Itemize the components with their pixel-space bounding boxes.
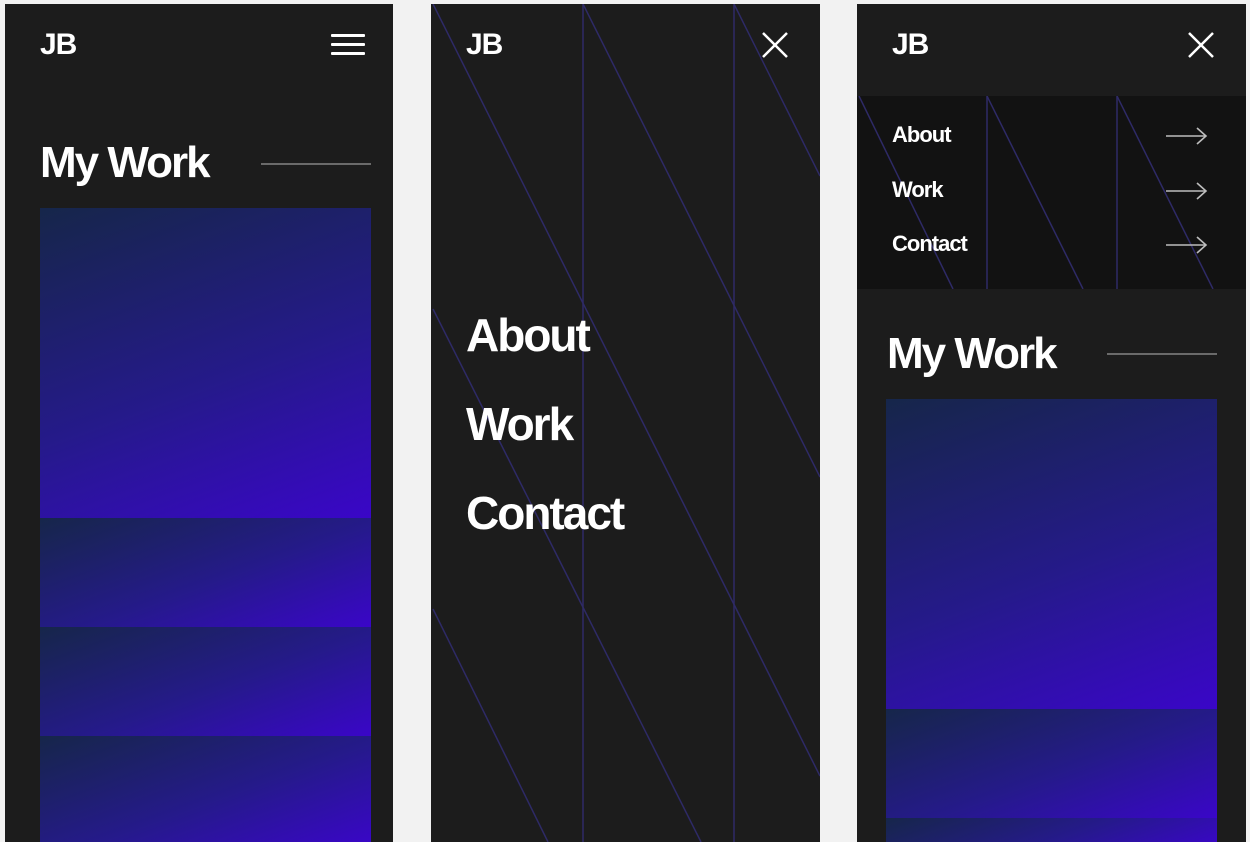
project-card[interactable] (886, 818, 1217, 842)
nav-item-about[interactable]: About (466, 304, 623, 393)
hamburger-icon[interactable] (331, 34, 365, 58)
project-card[interactable] (40, 208, 371, 518)
dropdown-item-contact[interactable]: Contact (892, 225, 1208, 265)
main-nav: About Work Contact (466, 304, 625, 571)
section-title: My Work (887, 329, 1058, 378)
home-screen: JB My Work (5, 4, 393, 842)
nav-item-work[interactable]: Work (466, 393, 623, 482)
logo[interactable]: JB (892, 28, 929, 62)
title-divider (1107, 353, 1217, 355)
dropdown-item-label: Contact (892, 231, 968, 256)
project-card[interactable] (886, 399, 1217, 709)
close-icon[interactable] (760, 30, 790, 60)
dropdown-item-about[interactable]: About (892, 116, 1208, 156)
dropdown-menu-screen: JB About Work Contact My Work (857, 4, 1246, 842)
dropdown-item-label: Work (892, 177, 944, 202)
section-title: My Work (40, 138, 211, 187)
project-card[interactable] (886, 709, 1217, 818)
dropdown-nav: About Work Contact (857, 96, 1246, 289)
project-card[interactable] (40, 736, 371, 842)
arrow-right-icon (1166, 236, 1208, 254)
dropdown-item-work[interactable]: Work (892, 171, 1208, 211)
arrow-right-icon (1166, 127, 1208, 145)
nav-item-contact[interactable]: Contact (466, 482, 625, 571)
logo[interactable]: JB (40, 28, 77, 62)
title-divider (261, 163, 371, 165)
logo[interactable]: JB (466, 28, 503, 62)
dropdown-item-label: About (892, 122, 952, 147)
project-card[interactable] (40, 627, 371, 736)
arrow-right-icon (1166, 182, 1208, 200)
close-icon[interactable] (1186, 30, 1216, 60)
fullscreen-menu: JB About Work Contact (431, 4, 820, 842)
project-card[interactable] (40, 518, 371, 627)
